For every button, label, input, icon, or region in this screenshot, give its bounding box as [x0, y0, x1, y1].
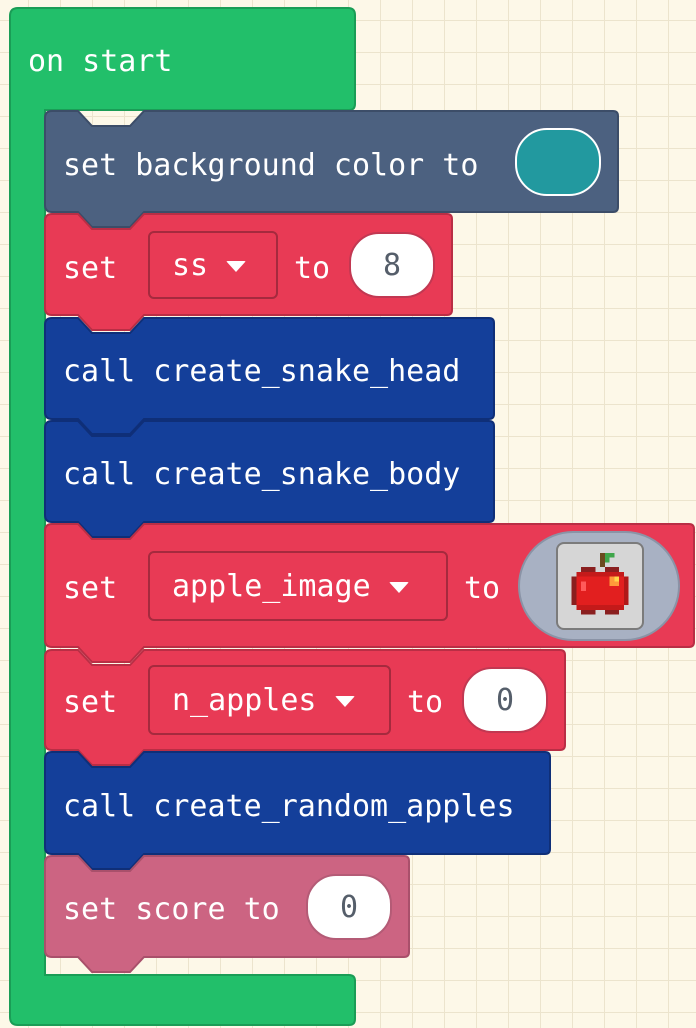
variable-dropdown-n-apples[interactable]: n_apples	[148, 665, 391, 735]
set-background-color-label: set background color to	[63, 148, 479, 183]
call-create-snake-head-label: call create_snake_head	[63, 354, 461, 389]
variable-name-apple-image: apple_image	[172, 568, 371, 604]
score-value-input[interactable]: 0	[306, 874, 392, 940]
set-score-label: set score to	[63, 892, 280, 927]
on-start-label: on start	[28, 44, 173, 79]
chevron-down-icon	[388, 581, 409, 593]
call-create-random-apples-label: call create_random_apples	[63, 789, 515, 824]
apple-image-tile[interactable]	[556, 542, 644, 630]
chevron-down-icon	[334, 695, 355, 707]
set-ss-to-label: to	[294, 251, 331, 286]
variable-dropdown-apple-image[interactable]: apple_image	[148, 551, 448, 621]
background-color-swatch[interactable]	[515, 128, 601, 196]
set-ss-set-label: set	[63, 251, 118, 286]
call-create-snake-body-label: call create_snake_body	[63, 457, 461, 492]
variable-name-n-apples: n_apples	[172, 682, 317, 718]
set-apple-image-to-label: to	[464, 571, 501, 606]
apple-icon	[571, 552, 629, 615]
variable-dropdown-ss[interactable]: ss	[148, 231, 278, 299]
chevron-down-icon	[226, 260, 247, 272]
set-n-apples-to-label: to	[407, 685, 444, 720]
set-apple-image-set-label: set	[63, 571, 118, 606]
set-n-apples-set-label: set	[63, 685, 118, 720]
n-apples-value-input[interactable]: 0	[462, 667, 548, 733]
variable-name-ss: ss	[172, 247, 209, 283]
ss-value-input[interactable]: 8	[349, 232, 435, 298]
